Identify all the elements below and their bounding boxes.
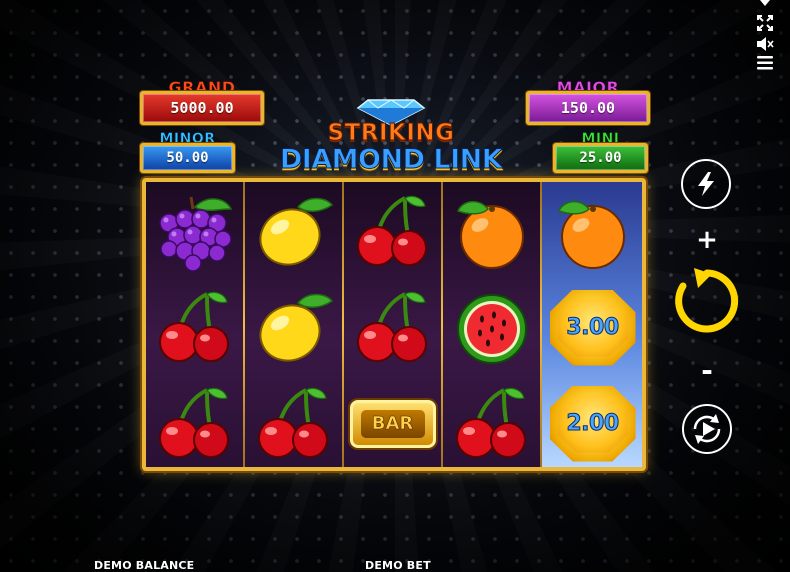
fullscreen-icon[interactable] [754, 15, 776, 31]
logo-line1: STRIKING [327, 120, 455, 147]
demo-bet-label: DEMO BET [365, 559, 431, 572]
mini-jackpot: MINI 25.00 [553, 131, 648, 173]
demo-balance-label: DEMO BALANCE [94, 559, 195, 572]
lemon-symbol [245, 184, 342, 279]
major-jackpot: MAJOR 150.00 [526, 78, 650, 128]
bar-label: BAR [360, 409, 425, 438]
minor-value: 50.00 [140, 143, 235, 173]
lightning-icon [698, 172, 714, 196]
reel-divider [540, 182, 542, 467]
watermelon-symbol [443, 280, 540, 375]
lemon-symbol [245, 280, 342, 375]
major-value: 150.00 [526, 91, 650, 125]
cherry-symbol [245, 376, 342, 471]
autoplay-icon [682, 404, 732, 454]
cherry-symbol [146, 280, 243, 375]
coin-value: 2.00 [566, 411, 620, 437]
bet-increase-button[interactable]: + [694, 225, 720, 255]
cherry-symbol [443, 376, 540, 471]
grapes-symbol [146, 184, 243, 279]
mute-icon[interactable] [754, 36, 776, 52]
grand-jackpot: GRAND 5000.00 [140, 78, 264, 128]
top-right-icons [754, 0, 776, 72]
turbo-button[interactable] [681, 159, 731, 209]
bar-symbol: BAR [344, 376, 441, 471]
cherry-symbol [344, 184, 441, 279]
grand-value: 5000.00 [140, 91, 264, 125]
coin-value: 3.00 [566, 315, 620, 341]
logo-line2: DIAMOND LINK [279, 144, 503, 176]
menu-icon[interactable] [754, 56, 776, 70]
cherry-symbol [344, 280, 441, 375]
cherry-symbol [146, 376, 243, 471]
reel-grid: BAR 3.00 2.00 [142, 178, 646, 471]
coin-symbol: 3.00 [544, 280, 641, 375]
coin-symbol: 2.00 [544, 376, 641, 471]
orange-symbol [443, 184, 540, 279]
spin-button[interactable] [672, 266, 742, 336]
small-arrow-icon[interactable] [754, 0, 776, 6]
spin-icon [675, 268, 739, 333]
bet-decrease-button[interactable]: - [694, 354, 720, 387]
autoplay-button[interactable] [681, 403, 733, 455]
orange-symbol [544, 184, 641, 279]
minor-jackpot: MINOR 50.00 [140, 131, 235, 173]
mini-value: 25.00 [553, 143, 648, 173]
game-logo: STRIKING DIAMOND LINK [278, 92, 504, 182]
